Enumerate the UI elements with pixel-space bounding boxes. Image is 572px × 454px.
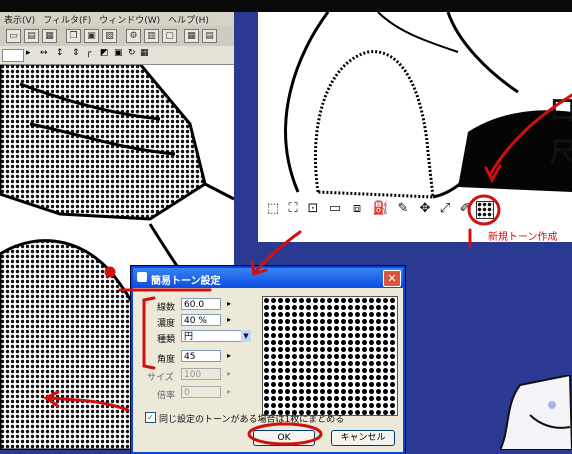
annotation-bracket [142, 296, 156, 370]
annotation-arrow-left [46, 396, 130, 412]
annotation-circle-tone-icon [467, 194, 501, 226]
annotation-circle-ok [247, 422, 323, 446]
annotation-arrow-dialog [253, 230, 302, 274]
annotation-arrow-top [488, 93, 572, 177]
annotation-overlay [43, 93, 572, 446]
